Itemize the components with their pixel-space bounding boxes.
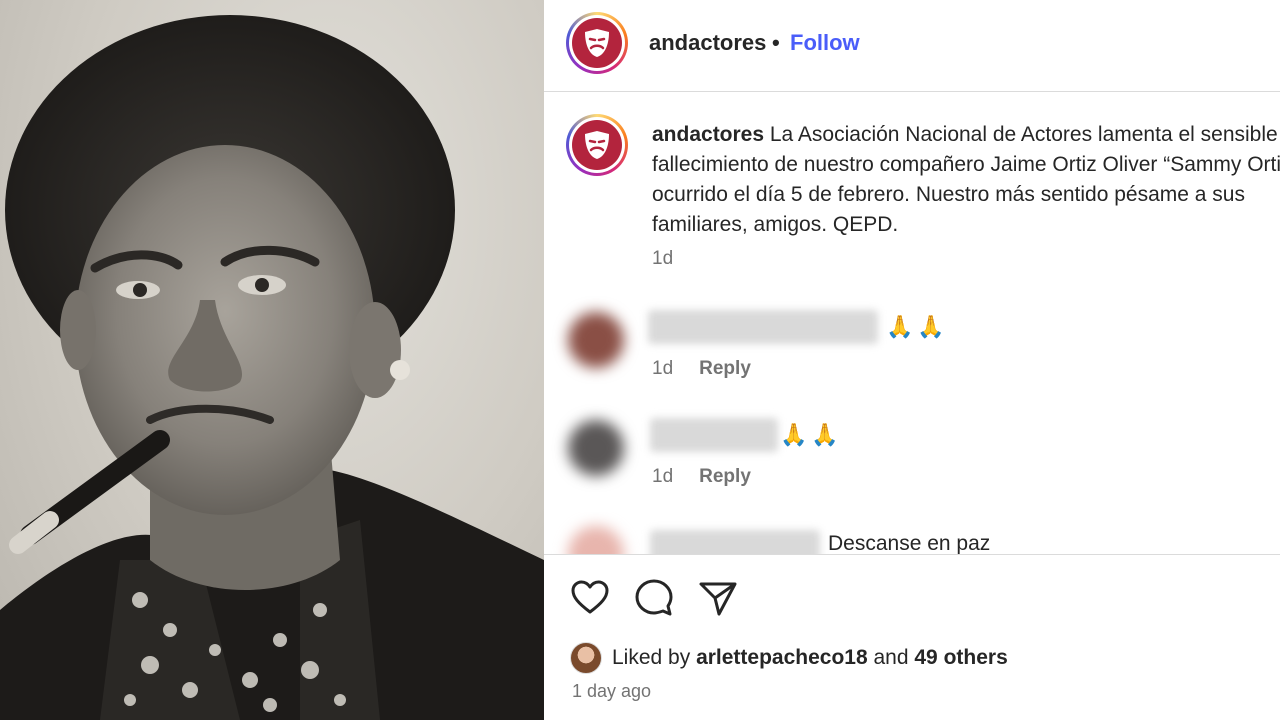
portrait-image — [0, 15, 544, 720]
commenter-username-blurred — [650, 530, 820, 554]
liker-username[interactable]: arlettepacheco18 — [696, 646, 868, 669]
comment-meta: 1d Reply — [652, 466, 751, 488]
comment-text: Descanse en paz — [828, 532, 991, 554]
caption-username[interactable]: andactores — [652, 123, 764, 146]
likes-middle: and — [867, 646, 915, 669]
comment-text: 🙏🙏 — [886, 314, 949, 339]
post-details-panel: andactores • Follow andactores La Asocia… — [544, 0, 1280, 720]
post-header: andactores • Follow — [544, 0, 1280, 92]
heart-icon — [571, 580, 609, 614]
comment-meta: 1d Reply — [652, 358, 751, 380]
follow-button[interactable]: Follow — [790, 30, 860, 56]
section-divider — [544, 554, 1280, 555]
caption-timestamp: 1d — [652, 248, 674, 269]
header-separator: • — [772, 30, 780, 55]
commenter-username-blurred — [650, 418, 778, 452]
comment-icon — [635, 579, 673, 616]
post-timestamp: 1 day ago — [572, 681, 652, 701]
commenter-avatar[interactable] — [568, 420, 624, 476]
liker-avatar[interactable] — [570, 642, 602, 674]
comment-timestamp: 1d — [652, 358, 674, 379]
theater-mask-icon — [585, 29, 609, 57]
comment-timestamp: 1d — [652, 466, 674, 487]
post-photo — [0, 0, 544, 720]
caption-text: andactores La Asociación Nacional de Act… — [652, 120, 1280, 240]
share-button[interactable] — [698, 578, 738, 618]
likes-others-link[interactable]: 49 others — [914, 646, 1007, 669]
reply-button[interactable]: Reply — [699, 358, 751, 379]
send-icon — [699, 582, 737, 616]
likes-prefix: Liked by — [612, 646, 697, 669]
like-button[interactable] — [570, 578, 610, 618]
profile-avatar[interactable] — [566, 12, 628, 74]
commenter-avatar[interactable] — [568, 526, 624, 554]
likes-text: Liked by arlettepacheco18 and 49 others — [612, 646, 1008, 670]
comment-text: 🙏🙏 — [780, 422, 843, 447]
commenter-username-blurred — [648, 310, 878, 344]
theater-mask-icon — [585, 131, 609, 159]
comment-item: Descanse en paz — [544, 512, 1280, 554]
comment-button[interactable] — [634, 578, 674, 618]
caption-avatar[interactable] — [566, 114, 628, 176]
reply-button[interactable]: Reply — [699, 466, 751, 487]
header-username[interactable]: andactores — [649, 30, 766, 56]
commenter-avatar[interactable] — [568, 312, 624, 368]
